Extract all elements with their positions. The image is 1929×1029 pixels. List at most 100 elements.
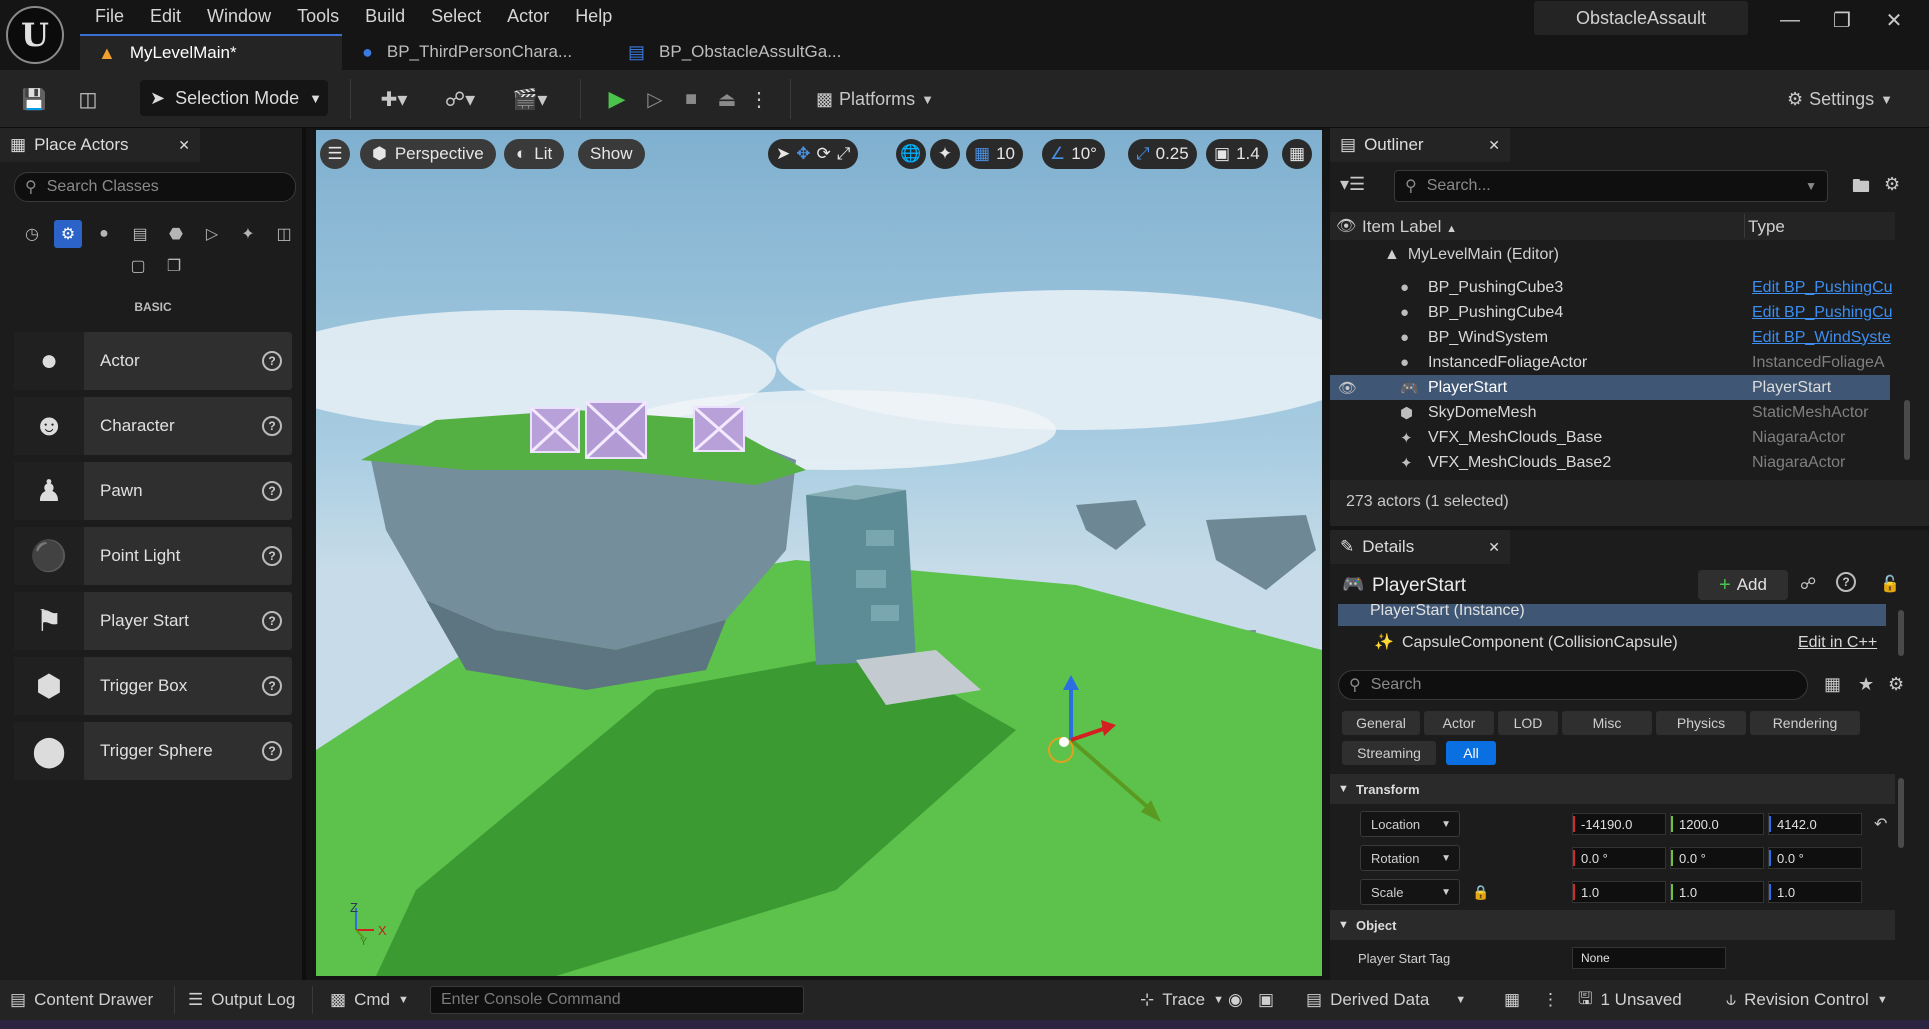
location-dropdown[interactable]: Location ▼	[1360, 811, 1460, 837]
outliner-search-input[interactable]: ⚲ Search... ▼	[1394, 170, 1828, 202]
transform-section-header[interactable]: ▼ Transform	[1330, 774, 1895, 804]
rotation-x-field[interactable]: 0.0 °	[1572, 847, 1666, 869]
filter-icon[interactable]: ▾☰	[1340, 174, 1365, 195]
outliner-row[interactable]: ✦ VFX_MeshClouds_Base2 NiagaraActor	[1330, 450, 1890, 475]
components-scrollbar[interactable]	[1898, 610, 1904, 656]
perspective-button[interactable]: ⬢ Perspective	[360, 139, 496, 169]
rotation-y-field[interactable]: 0.0 °	[1670, 847, 1764, 869]
grid-snap-button[interactable]: ▦ 10	[966, 139, 1023, 169]
place-actors-tab[interactable]: ▦ Place Actors ✕	[0, 128, 200, 162]
lock-icon[interactable]: 🔒	[1472, 884, 1489, 901]
actor-item-character[interactable]: ☻ Character ?	[14, 397, 292, 455]
world-local-icon[interactable]: 🌐	[896, 139, 926, 169]
scale-y-field[interactable]: 1.0	[1670, 881, 1764, 903]
star-icon[interactable]: ★	[1858, 674, 1874, 695]
camera-speed-button[interactable]: ▣ 1.4	[1206, 139, 1268, 169]
selection-mode-dropdown[interactable]: ➤ Selection Mode ▼	[140, 80, 328, 116]
minimize-icon[interactable]: —	[1770, 6, 1810, 34]
reset-icon[interactable]: ↶	[1874, 814, 1887, 834]
location-z-field[interactable]: 4142.0	[1768, 813, 1862, 835]
tab-bp-obstacleassault[interactable]: ▤ BP_ObstacleAssultGa...	[610, 34, 872, 70]
component-row[interactable]: ✨ CapsuleComponent (CollisionCapsule) Ed…	[1338, 630, 1886, 656]
actor-type-link[interactable]: Edit BP_PushingCu	[1752, 304, 1892, 322]
outliner-row[interactable]: ● BP_PushingCube3 Edit BP_PushingCu	[1330, 275, 1892, 300]
details-scrollbar[interactable]	[1898, 778, 1904, 848]
actor-type-link[interactable]: Edit BP_WindSyste	[1752, 329, 1892, 347]
lock-icon[interactable]: 🔓	[1880, 574, 1900, 594]
outliner-scrollbar[interactable]	[1904, 400, 1910, 460]
outliner-row[interactable]: ● BP_PushingCube4 Edit BP_PushingCu	[1330, 300, 1892, 325]
outliner-row[interactable]: ● BP_WindSystem Edit BP_WindSyste	[1330, 325, 1892, 350]
surface-snap-icon[interactable]: ✦	[930, 139, 960, 169]
revision-control-dropdown[interactable]: ⫝ Revision Control ▼	[1726, 980, 1888, 1020]
lit-button[interactable]: ◐ Lit	[504, 139, 565, 169]
more-icon[interactable]: ⋮	[1542, 980, 1559, 1020]
recent-icon[interactable]: ◷	[18, 220, 46, 248]
platforms-dropdown[interactable]: ▩ Platforms ▼	[810, 80, 940, 118]
menu-file[interactable]: File	[82, 6, 137, 27]
cinematic-icon[interactable]: ▤	[126, 220, 154, 248]
cmd-dropdown[interactable]: ▩ Cmd ▼	[330, 980, 409, 1020]
rotation-z-field[interactable]: 0.0 °	[1768, 847, 1862, 869]
blueprint-icon[interactable]: ☍	[1800, 574, 1816, 594]
viewport-menu-icon[interactable]: ☰	[320, 139, 350, 169]
level-viewport[interactable]: Z X Y ☰ ⬢ Perspective ◐ Lit Show ➤ ✥ ⟳ ⤢…	[316, 130, 1322, 976]
close-icon[interactable]: ✕	[1488, 539, 1500, 556]
actor-item-player-start[interactable]: ⚑ Player Start ?	[14, 592, 292, 650]
close-window-icon[interactable]: ✕	[1874, 6, 1914, 34]
menu-build[interactable]: Build	[352, 6, 418, 27]
actor-item-trigger-box[interactable]: ⬢ Trigger Box ?	[14, 657, 292, 715]
geometry-icon[interactable]: ❐	[160, 252, 188, 280]
actor-type-link[interactable]: Edit BP_PushingCu	[1752, 279, 1892, 297]
help-icon[interactable]: ?	[262, 741, 282, 761]
scale-x-field[interactable]: 1.0	[1572, 881, 1666, 903]
help-icon[interactable]: ?	[262, 611, 282, 631]
console-command-input[interactable]: Enter Console Command	[430, 986, 804, 1014]
filter-lod[interactable]: LOD	[1498, 711, 1558, 735]
help-icon[interactable]: ?	[262, 351, 282, 371]
item-label-column[interactable]: Item Label ▲	[1362, 217, 1457, 237]
outliner-root[interactable]: ▲ MyLevelMain (Editor)	[1384, 246, 1559, 264]
tab-mylevelmain[interactable]: ▲ MyLevelMain*	[80, 34, 342, 70]
cinematics-icon[interactable]: 🎬▾	[506, 80, 554, 118]
eye-icon[interactable]: 👁	[1336, 216, 1356, 236]
add-content-icon[interactable]: ✚▾	[370, 80, 418, 118]
filter-streaming[interactable]: Streaming	[1342, 741, 1436, 765]
gear-icon[interactable]: ⚙	[1888, 674, 1904, 695]
scale-tool-icon[interactable]: ⤢	[837, 144, 851, 164]
rotation-dropdown[interactable]: Rotation ▼	[1360, 845, 1460, 871]
screenshot-icon[interactable]: ▣	[1258, 980, 1274, 1020]
settings-dropdown[interactable]: ⚙ Settings ▼	[1780, 80, 1900, 118]
component-instance-row[interactable]: PlayerStart (Instance)	[1338, 604, 1886, 626]
outliner-row[interactable]: ✦ VFX_MeshClouds_Base NiagaraActor	[1330, 425, 1890, 450]
blueprint-menu-icon[interactable]: ☍▾	[436, 80, 484, 118]
volume-box-icon[interactable]: ▢	[124, 252, 152, 280]
volumes-icon[interactable]: ✦	[234, 220, 262, 248]
show-button[interactable]: Show	[578, 139, 645, 169]
step-icon[interactable]: ▷	[638, 80, 672, 118]
menu-window[interactable]: Window	[194, 6, 284, 27]
save-icon[interactable]: 💾	[16, 80, 52, 118]
actor-item-trigger-sphere[interactable]: ⬤ Trigger Sphere ?	[14, 722, 292, 780]
add-component-button[interactable]: + Add	[1698, 570, 1788, 600]
location-y-field[interactable]: 1200.0	[1670, 813, 1764, 835]
browse-icon[interactable]: ◫	[70, 80, 106, 118]
filter-physics[interactable]: Physics	[1656, 711, 1746, 735]
outliner-row-selected[interactable]: 👁 🎮 PlayerStart PlayerStart	[1330, 375, 1890, 400]
location-x-field[interactable]: -14190.0	[1572, 813, 1666, 835]
output-log-button[interactable]: ☰ Output Log	[188, 980, 295, 1020]
trace-dropdown[interactable]: ⊹ Trace ▼	[1140, 980, 1224, 1020]
eye-icon[interactable]: 👁	[1338, 379, 1357, 397]
filter-actor[interactable]: Actor	[1424, 711, 1494, 735]
scale-snap-button[interactable]: ⤢ 0.25	[1128, 139, 1197, 169]
basic-shapes-icon[interactable]: ⚙	[54, 220, 82, 248]
menu-actor[interactable]: Actor	[494, 6, 562, 27]
outliner-tab[interactable]: ▤ Outliner ✕	[1330, 128, 1510, 162]
scale-z-field[interactable]: 1.0	[1768, 881, 1862, 903]
outliner-row[interactable]: ● InstancedFoliageActor InstancedFoliage…	[1330, 350, 1890, 375]
close-icon[interactable]: ✕	[1488, 137, 1500, 154]
derived-data-dropdown[interactable]: ▤ Derived Data ▼	[1306, 980, 1466, 1020]
more-icon[interactable]: ⋮	[746, 80, 772, 118]
content-browser-icon[interactable]: ▦	[1504, 980, 1520, 1020]
help-icon[interactable]: ?	[262, 676, 282, 696]
